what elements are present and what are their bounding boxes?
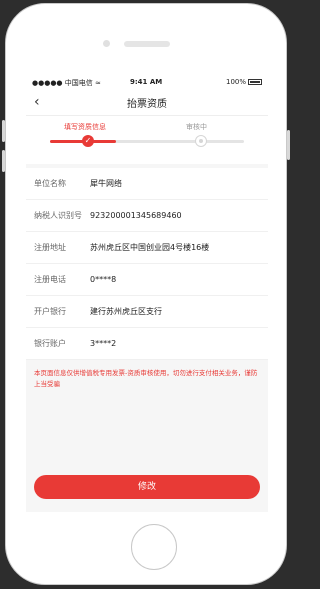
field-row-phone: 注册电话 0****8 [26, 264, 268, 296]
app-screen: ●●●●● 中国电信 ≈ 9:41 AM 100% ‹ 抬票资质 填写资质信息 … [26, 75, 268, 512]
field-row-company-name: 单位名称 犀牛网络 [26, 168, 268, 200]
progress-steps: 填写资质信息 审核中 ✓ [26, 116, 268, 164]
qualification-form: 单位名称 犀牛网络 纳税人识别号 923200001345689460 注册地址… [26, 168, 268, 360]
field-label: 开户银行 [34, 307, 66, 316]
carrier-label: ●●●●● 中国电信 ≈ [32, 79, 101, 87]
volume-up-button [2, 120, 5, 142]
field-label: 注册电话 [34, 275, 66, 284]
field-row-address: 注册地址 苏州虎丘区中国创业园4号楼16楼 [26, 232, 268, 264]
field-value: 3****2 [90, 339, 117, 348]
field-value: 苏州虎丘区中国创业园4号楼16楼 [90, 243, 210, 252]
step-label-fill-info: 填写资质信息 [64, 123, 106, 131]
battery-icon [248, 79, 262, 85]
field-value: 0****8 [90, 275, 117, 284]
field-label: 单位名称 [34, 179, 66, 188]
field-value: 建行苏州虎丘区支行 [90, 307, 162, 316]
battery-indicator: 100% [226, 78, 262, 86]
pending-step-icon [195, 135, 207, 147]
field-label: 银行账户 [34, 339, 66, 348]
status-bar: ●●●●● 中国电信 ≈ 9:41 AM 100% [26, 75, 268, 89]
modify-button[interactable]: 修改 [34, 475, 260, 499]
step-label-review: 审核中 [186, 123, 207, 131]
field-row-tax-id: 纳税人识别号 923200001345689460 [26, 200, 268, 232]
front-camera [103, 40, 110, 47]
field-label: 纳税人识别号 [34, 211, 82, 220]
check-icon: ✓ [82, 135, 94, 147]
nav-bar: ‹ 抬票资质 [26, 89, 268, 116]
field-value: 923200001345689460 [90, 211, 182, 220]
home-button[interactable] [131, 524, 177, 570]
field-row-bank: 开户银行 建行苏州虎丘区支行 [26, 296, 268, 328]
field-value: 犀牛网络 [90, 179, 122, 188]
warning-notice: 本页面信息仅供增值税专用发票-资质审核使用，切勿进行支付相关业务，谨防上当受骗 [34, 369, 258, 388]
clock: 9:41 AM [130, 78, 163, 86]
battery-percent: 100% [225, 78, 246, 86]
earpiece-speaker [124, 41, 170, 47]
volume-down-button [2, 150, 5, 172]
power-button [287, 130, 290, 160]
field-label: 注册地址 [34, 243, 66, 252]
page-title: 抬票资质 [127, 99, 167, 110]
field-row-account: 银行账户 3****2 [26, 328, 268, 360]
